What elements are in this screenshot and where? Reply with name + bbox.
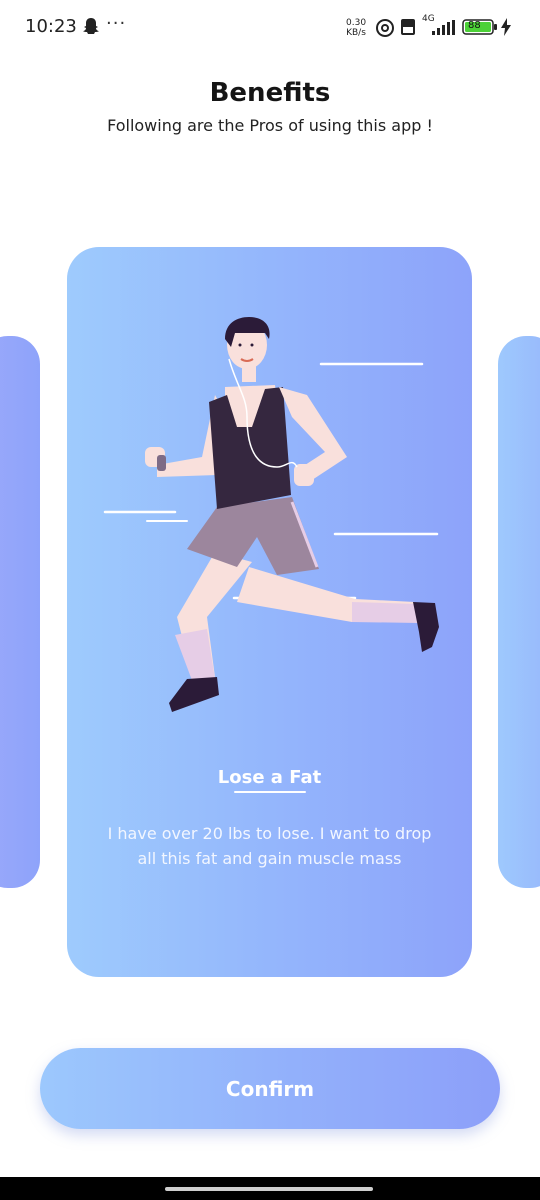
page-title: Benefits — [209, 78, 331, 108]
status-time: 10:23 — [25, 16, 77, 37]
home-gesture-handle[interactable] — [165, 1187, 373, 1191]
more-notifications-icon: ··· — [106, 13, 127, 34]
status-bar: 10:23 ··· 0.30 KB/s 4G 88 — [0, 0, 540, 56]
previous-benefit-card[interactable] — [0, 336, 40, 888]
signal-icon — [432, 20, 455, 35]
benefit-card[interactable]: Lose a Fat I have over 20 lbs to lose. I… — [67, 247, 472, 977]
confirm-button[interactable]: Confirm — [40, 1048, 500, 1129]
title-underline — [234, 791, 306, 793]
network-speed: 0.30 KB/s — [346, 18, 367, 38]
benefit-title: Lose a Fat — [217, 767, 322, 788]
benefit-description: I have over 20 lbs to lose. I want to dr… — [107, 824, 432, 868]
next-benefit-card[interactable] — [498, 336, 540, 888]
charging-icon — [501, 18, 511, 36]
snapchat-icon — [83, 18, 99, 34]
runner-illustration — [103, 317, 439, 712]
navigation-bar — [0, 1177, 540, 1200]
volte-icon — [401, 19, 415, 35]
battery-level: 88 — [468, 20, 481, 31]
page-subtitle: Following are the Pros of using this app… — [107, 116, 433, 135]
battery-icon: 88 — [462, 19, 498, 35]
hotspot-icon — [376, 19, 394, 37]
